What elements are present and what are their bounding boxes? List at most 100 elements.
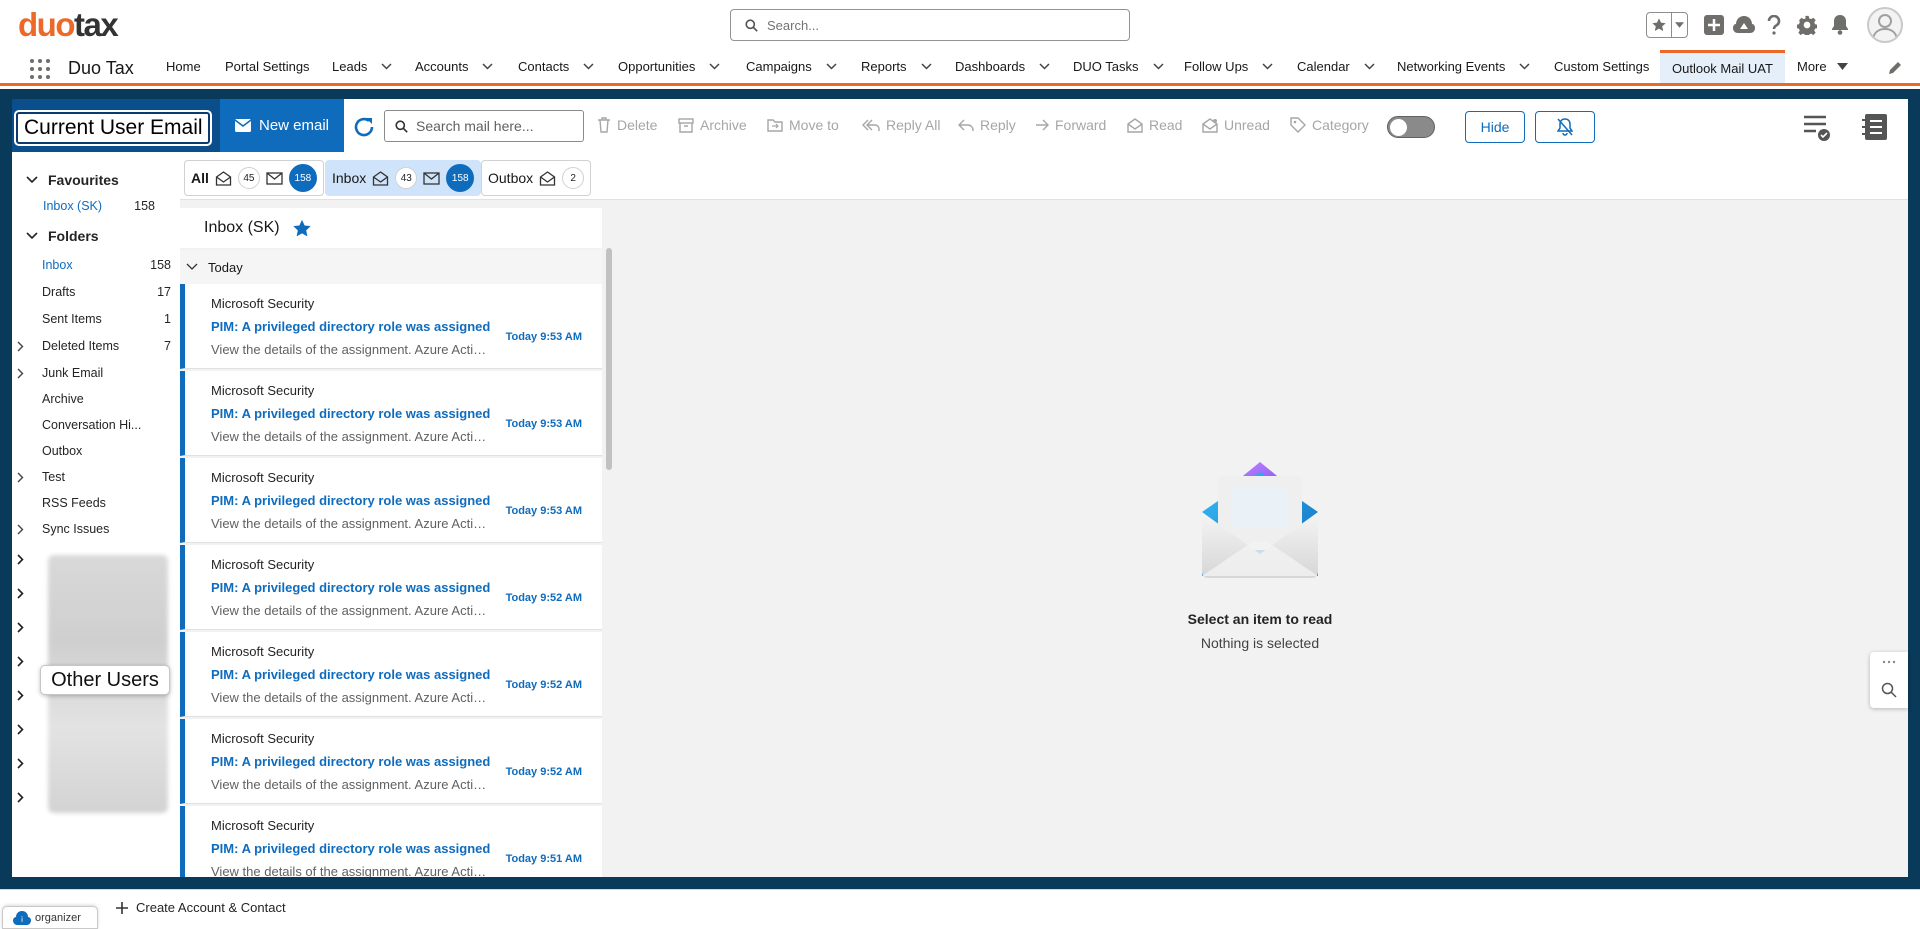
nav-item-more[interactable]: More [1797, 50, 1848, 83]
folder-conversation-history[interactable]: Conversation Hi... [42, 418, 141, 432]
folder-sent-items[interactable]: Sent Items 1 [42, 312, 171, 326]
new-email-button[interactable]: New email [220, 99, 344, 152]
nav-item-calendar[interactable]: Calendar [1297, 50, 1375, 83]
folder-junk-email[interactable]: Junk Email [42, 366, 103, 380]
user-avatar[interactable] [1867, 7, 1903, 43]
app-launcher-icon[interactable] [30, 59, 50, 79]
notifications-off-button[interactable] [1535, 111, 1595, 143]
chevron-down-icon[interactable] [1039, 63, 1050, 70]
tab-outbox[interactable]: Outbox 2 [481, 160, 592, 196]
chevron-down-icon[interactable] [482, 63, 494, 70]
mail-list-item[interactable]: Microsoft Security PIM: A privileged dir… [180, 719, 602, 804]
search-icon[interactable] [1881, 682, 1897, 698]
chevron-right-icon[interactable] [17, 588, 24, 599]
nav-item-custom-settings[interactable]: Custom Settings [1554, 50, 1649, 83]
folder-test[interactable]: Test [42, 470, 65, 484]
chevron-right-icon[interactable] [17, 341, 24, 352]
chevron-down-icon[interactable] [1364, 63, 1375, 70]
chevron-right-icon[interactable] [17, 690, 24, 701]
nav-item-campaigns[interactable]: Campaigns [746, 50, 837, 83]
archive-button[interactable]: Archive [678, 117, 747, 133]
mail-list-item[interactable]: Microsoft Security PIM: A privileged dir… [180, 545, 602, 630]
chevron-down-icon[interactable] [1152, 63, 1164, 70]
chevron-right-icon[interactable] [17, 758, 24, 769]
reply-all-button[interactable]: Reply All [862, 117, 940, 133]
chevron-down-icon[interactable] [583, 63, 594, 70]
folder-archive[interactable]: Archive [42, 392, 84, 406]
more-dots-icon[interactable] [1882, 660, 1896, 664]
chevron-down-icon[interactable] [1519, 63, 1530, 70]
nav-item-reports[interactable]: Reports [861, 50, 932, 83]
favourites-section-header[interactable]: Favourites [26, 172, 119, 188]
mail-list-item[interactable]: Microsoft Security PIM: A privileged dir… [180, 371, 602, 456]
create-account-contact-button[interactable]: Create Account & Contact [116, 900, 286, 915]
folder-rss-feeds[interactable]: RSS Feeds [42, 496, 106, 510]
mail-list-item[interactable]: Microsoft Security PIM: A privileged dir… [180, 458, 602, 543]
caret-down-icon[interactable] [1836, 63, 1848, 70]
task-list-check-icon[interactable] [1802, 112, 1832, 142]
mail-list-scrollbar[interactable] [606, 248, 612, 470]
chevron-down-icon[interactable] [1262, 63, 1273, 70]
favorite-star-icon[interactable] [292, 219, 312, 238]
mail-list-item[interactable]: Microsoft Security PIM: A privileged dir… [180, 806, 602, 877]
nav-item-dashboards[interactable]: Dashboards [955, 50, 1050, 83]
reply-button[interactable]: Reply [958, 117, 1016, 133]
tab-all[interactable]: All 45 158 [184, 160, 324, 196]
setup-gear-icon[interactable] [1795, 13, 1819, 37]
chevron-down-icon[interactable] [709, 63, 720, 70]
nav-item-networking-events[interactable]: Networking Events [1397, 50, 1530, 83]
duotax-logo[interactable]: duotax [18, 7, 119, 43]
folder-sync-issues[interactable]: Sync Issues [42, 522, 109, 536]
help-icon[interactable] [1762, 13, 1786, 37]
chevron-right-icon[interactable] [17, 792, 24, 803]
notifications-bell-icon[interactable] [1828, 13, 1852, 37]
mail-list-item[interactable]: Microsoft Security PIM: A privileged dir… [180, 632, 602, 717]
move-to-button[interactable]: Move to [767, 117, 839, 133]
side-utility-widget[interactable] [1870, 652, 1908, 708]
chevron-right-icon[interactable] [17, 554, 24, 565]
favorites-group[interactable] [1646, 12, 1688, 38]
folder-inbox[interactable]: Inbox 158 [42, 258, 171, 272]
favorites-dropdown-icon[interactable] [1671, 13, 1687, 37]
search-mail-input[interactable]: Search mail here... [384, 110, 584, 142]
chevron-right-icon[interactable] [17, 524, 24, 535]
chevron-right-icon[interactable] [17, 724, 24, 735]
nav-item-outlook-mail-uat[interactable]: Outlook Mail UAT [1660, 50, 1785, 83]
nav-item-opportunities[interactable]: Opportunities [618, 50, 720, 83]
mark-read-button[interactable]: Read [1127, 117, 1182, 133]
global-add-icon[interactable] [1702, 13, 1726, 37]
category-button[interactable]: Category [1290, 117, 1369, 133]
chevron-down-icon[interactable] [186, 263, 198, 271]
edit-nav-pencil-icon[interactable] [1888, 61, 1902, 75]
chevron-right-icon[interactable] [17, 368, 24, 379]
reading-pane-toggle[interactable] [1387, 116, 1435, 138]
mark-unread-button[interactable]: Unread [1202, 117, 1270, 133]
nav-item-follow-ups[interactable]: Follow Ups [1184, 50, 1273, 83]
hide-button[interactable]: Hide [1465, 111, 1525, 143]
chevron-right-icon[interactable] [17, 472, 24, 483]
nav-item-portal-settings[interactable]: Portal Settings [225, 50, 310, 83]
organizer-tab[interactable]: i organizer [2, 906, 98, 929]
trailhead-icon[interactable] [1732, 13, 1756, 37]
chevron-down-icon[interactable] [381, 63, 392, 70]
nav-item-home[interactable]: Home [166, 50, 201, 83]
nav-item-contacts[interactable]: Contacts [518, 50, 594, 83]
star-icon[interactable] [1647, 13, 1671, 37]
folder-outbox[interactable]: Outbox [42, 444, 82, 458]
chevron-right-icon[interactable] [17, 656, 24, 667]
folder-deleted-items[interactable]: Deleted Items 7 [42, 339, 171, 353]
nav-item-leads[interactable]: Leads [332, 50, 392, 83]
refresh-icon[interactable] [352, 115, 376, 139]
chevron-down-icon[interactable] [921, 63, 932, 70]
tab-inbox[interactable]: Inbox 43 158 [325, 160, 482, 196]
mail-list-item[interactable]: Microsoft Security PIM: A privileged dir… [180, 284, 602, 369]
nav-item-accounts[interactable]: Accounts [415, 50, 494, 83]
chevron-down-icon[interactable] [826, 63, 837, 70]
folders-section-header[interactable]: Folders [26, 228, 99, 244]
chevron-right-icon[interactable] [17, 622, 24, 633]
nav-item-duo-tasks[interactable]: DUO Tasks [1073, 50, 1164, 83]
delete-button[interactable]: Delete [597, 117, 657, 133]
folder-drafts[interactable]: Drafts 17 [42, 285, 171, 299]
group-header-today[interactable]: Today [180, 250, 602, 284]
forward-button[interactable]: Forward [1035, 117, 1106, 133]
